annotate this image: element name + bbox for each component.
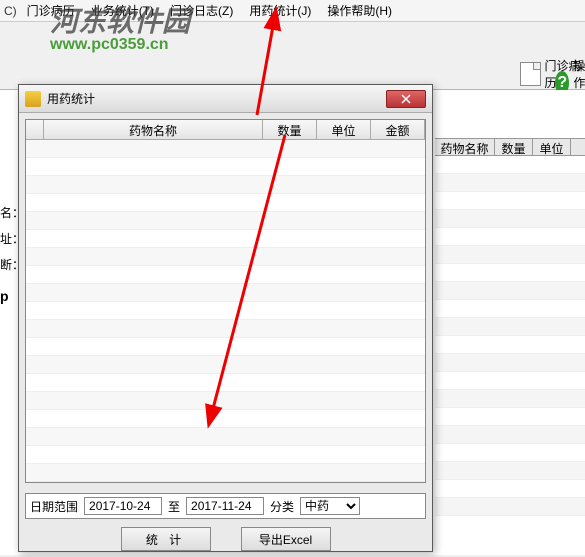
grid-header: 药物名称 数量 单位 金额 [26,120,425,140]
label-category: 分类 [270,498,294,515]
grid-col-name[interactable]: 药物名称 [44,120,263,139]
table-row [435,264,585,282]
bg-table-header: 药物名称 数量 单位 [435,138,585,156]
table-row [435,210,585,228]
table-row [435,318,585,336]
category-select[interactable]: 中药 [300,497,360,515]
menu-medicine-stats[interactable]: 用药统计(J) [241,0,319,21]
filter-row: 日期范围 至 分类 中药 [25,493,426,519]
table-row [435,426,585,444]
dialog-body: 药物名称 数量 单位 金额 [19,113,432,557]
menu-prefix: C) [4,4,17,18]
stat-button[interactable]: 统 计 [121,527,211,551]
table-row [435,300,585,318]
table-row [435,228,585,246]
label-to: 至 [168,498,180,515]
dialog-title: 用药统计 [47,90,386,107]
table-row [26,302,425,320]
table-row [26,248,425,266]
grid-col-qty[interactable]: 数量 [263,120,317,139]
table-row [26,356,425,374]
document-icon [520,62,541,86]
menu-outpatient[interactable]: 门诊病历 [19,0,83,21]
grid-col-unit[interactable]: 单位 [317,120,371,139]
table-row [435,498,585,516]
bg-col-qty: 数量 [495,139,533,155]
table-row [435,372,585,390]
date-from-input[interactable] [84,497,162,515]
bg-col-name: 药物名称 [435,139,495,155]
toolbar-area: 门诊病历 ? 操作帮 [0,22,585,90]
close-button[interactable] [386,90,426,108]
table-row [26,284,425,302]
medicine-stats-dialog: 用药统计 药物名称 数量 单位 金额 [18,84,433,552]
close-icon [401,94,411,104]
bg-table-rows [435,156,585,516]
table-row [26,464,425,482]
table-row [435,174,585,192]
table-row [435,336,585,354]
dialog-app-icon [25,91,41,107]
bg-col-unit: 单位 [533,139,571,155]
button-row: 统 计 导出Excel [25,527,426,551]
table-row [26,194,425,212]
label-p: p [0,288,9,304]
table-row [435,156,585,174]
table-row [26,320,425,338]
table-row [26,140,425,158]
label-date-range: 日期范围 [30,498,78,515]
table-row [26,230,425,248]
table-row [435,462,585,480]
table-row [26,410,425,428]
date-to-input[interactable] [186,497,264,515]
grid-col-amount[interactable]: 金额 [371,120,425,139]
menu-help[interactable]: 操作帮助(H) [319,0,400,21]
table-row [26,212,425,230]
table-row [26,176,425,194]
grid-col-index[interactable] [26,120,44,139]
export-excel-button[interactable]: 导出Excel [241,527,331,551]
table-row [26,158,425,176]
grid-rows [26,140,425,482]
table-row [26,374,425,392]
table-row [435,246,585,264]
results-grid[interactable]: 药物名称 数量 单位 金额 [25,119,426,483]
menu-business-stats[interactable]: 业务统计(T) [83,0,162,21]
table-row [435,354,585,372]
table-row [26,338,425,356]
menu-outpatient-log[interactable]: 门诊日志(Z) [162,0,241,21]
table-row [26,266,425,284]
table-row [435,192,585,210]
table-row [26,446,425,464]
menubar: C) 门诊病历 业务统计(T) 门诊日志(Z) 用药统计(J) 操作帮助(H) [0,0,585,22]
table-row [435,282,585,300]
table-row [435,444,585,462]
table-row [26,428,425,446]
table-row [435,480,585,498]
table-row [435,390,585,408]
dialog-titlebar[interactable]: 用药统计 [19,85,432,113]
table-row [435,408,585,426]
table-row [26,392,425,410]
